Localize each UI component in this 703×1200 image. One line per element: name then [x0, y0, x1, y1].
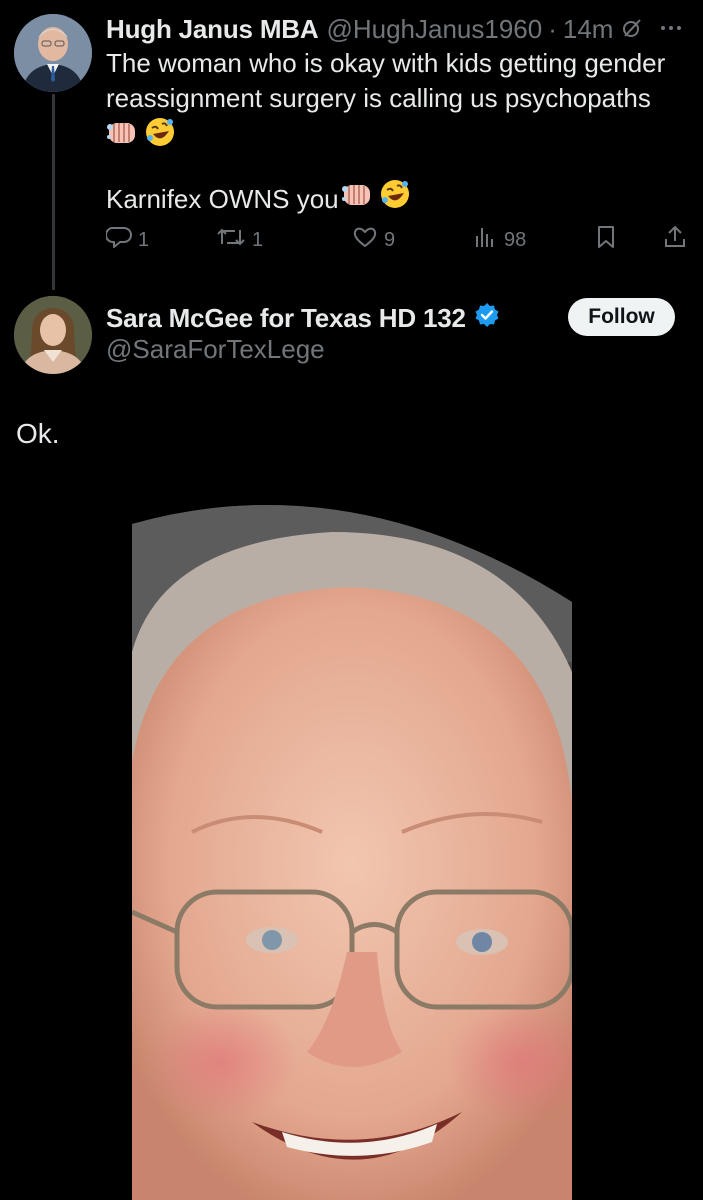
bookmark-icon: [594, 224, 618, 256]
tweet-text-line: reassignment surgery is calling us psych…: [106, 83, 651, 113]
reply-tweet-header: Hugh Janus MBA @HughJanus1960 · 14m: [106, 12, 613, 46]
author-name[interactable]: Hugh Janus MBA: [106, 14, 319, 45]
tweet-time[interactable]: 14m: [563, 14, 614, 45]
author-handle[interactable]: @SaraForTexLege: [106, 334, 325, 365]
heart-icon: [352, 224, 378, 256]
grok-icon[interactable]: [620, 16, 644, 45]
tweet-photo[interactable]: [132, 502, 572, 1200]
follow-button[interactable]: Follow: [568, 298, 675, 336]
reply-tweet-header-icons: [620, 16, 684, 45]
avatar[interactable]: [14, 14, 92, 92]
tweet-thread: Hugh Janus MBA @HughJanus1960 · 14m The …: [0, 0, 703, 1200]
repost-button[interactable]: 1: [216, 222, 263, 258]
rolling-on-floor-laughing-emoji: [144, 116, 176, 157]
tweet-text-line: The woman who is okay with kids getting …: [106, 48, 666, 78]
reply-tweet-text: The woman who is okay with kids getting …: [106, 46, 686, 154]
tweet-text-line: Karnifex OWNS you: [106, 183, 339, 214]
repost-icon: [216, 224, 246, 256]
reply-button[interactable]: 1: [104, 222, 150, 258]
like-button[interactable]: 9: [352, 222, 395, 258]
photo-image: [132, 504, 572, 1200]
separator-dot: ·: [548, 13, 557, 44]
analytics-icon: [472, 224, 498, 256]
views-button[interactable]: 98: [472, 222, 526, 258]
oncoming-fist-emoji: [106, 117, 140, 156]
author-name[interactable]: Sara McGee for Texas HD 132: [106, 303, 466, 334]
verified-badge-icon[interactable]: [474, 302, 500, 335]
bookmark-button[interactable]: [594, 222, 618, 258]
share-button[interactable]: [662, 222, 688, 258]
author-handle[interactable]: @HughJanus1960: [326, 14, 542, 45]
avatar[interactable]: [14, 296, 92, 374]
repost-count: 1: [252, 228, 264, 251]
avatar-image: [14, 296, 92, 374]
reply-icon: [104, 224, 132, 256]
oncoming-fist-emoji: [341, 179, 375, 218]
share-icon: [662, 224, 688, 256]
like-count: 9: [384, 228, 396, 251]
view-count: 98: [504, 228, 527, 251]
tweet-action-bar: 1 1 9 98: [104, 222, 688, 258]
thread-connector-line: [52, 94, 55, 290]
more-options-icon[interactable]: [658, 16, 684, 45]
main-tweet-text: Ok.: [16, 418, 60, 449]
reply-tweet-text-2: Karnifex OWNS you: [106, 178, 411, 219]
avatar-image: [14, 14, 92, 92]
rolling-on-floor-laughing-emoji: [379, 178, 411, 219]
main-tweet-header: Sara McGee for Texas HD 132: [106, 300, 500, 336]
emoji-row: [106, 116, 686, 157]
reply-count: 1: [138, 228, 150, 251]
